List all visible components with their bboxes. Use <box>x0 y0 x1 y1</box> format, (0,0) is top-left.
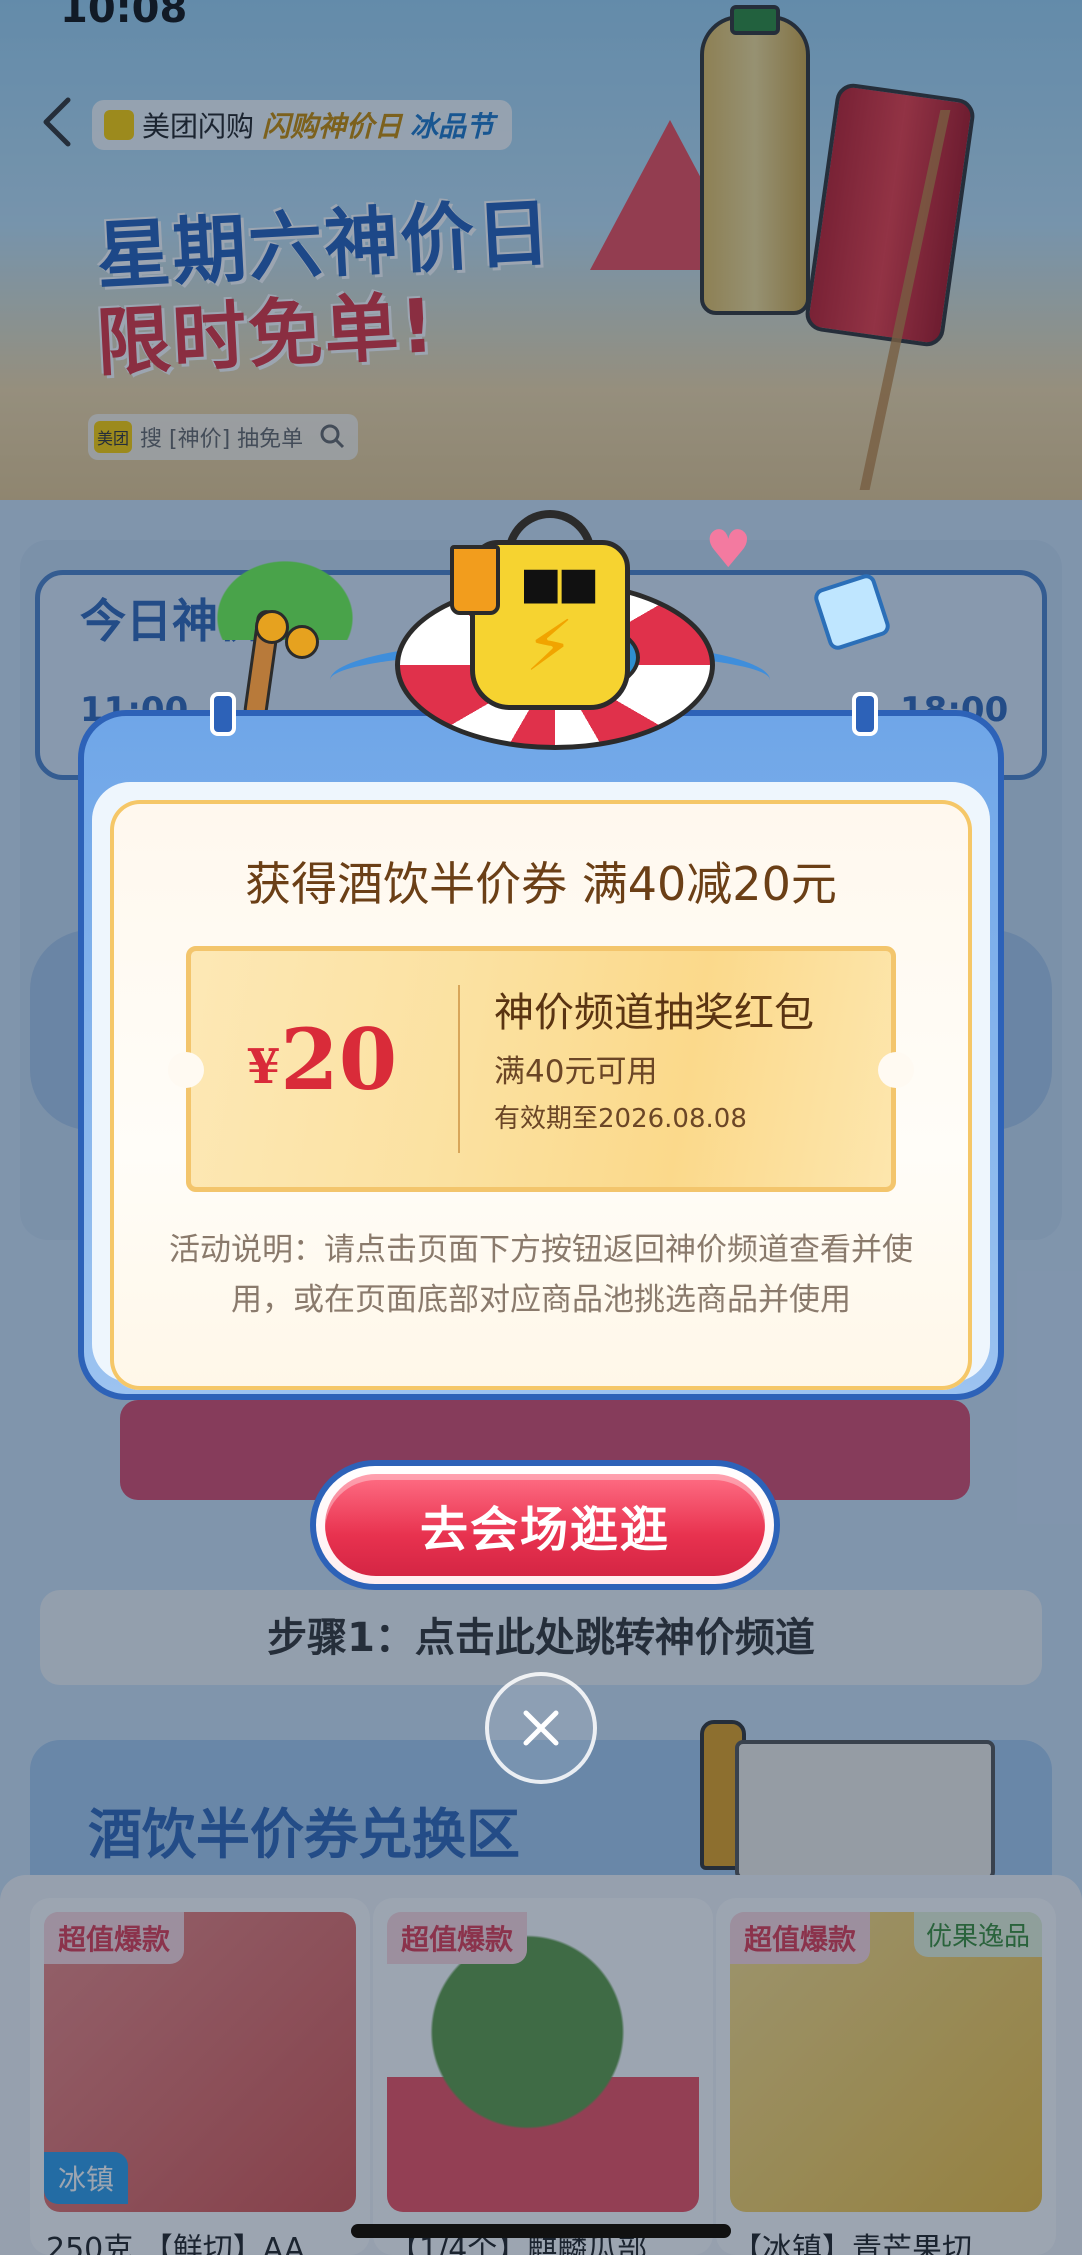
coupon-name: 神价频道抽奖红包 <box>494 990 814 1036</box>
lightning-bolt-icon: ⚡ <box>525 605 575 687</box>
go-venue-button[interactable]: 去会场逛逛 <box>310 1460 780 1590</box>
coupon-notch-right <box>878 1052 914 1088</box>
coupon-amount: ¥20 <box>186 1010 458 1109</box>
coconut-icon <box>285 625 319 659</box>
currency-symbol: ¥ <box>246 1039 281 1095</box>
modal-title: 获得酒饮半价券 满40减20元 <box>245 857 837 911</box>
go-venue-button-face[interactable]: 去会场逛逛 <box>325 1474 765 1576</box>
home-indicator <box>351 2224 731 2238</box>
juice-cup-icon <box>450 545 500 615</box>
coupon-divider <box>458 985 460 1153</box>
coupon-condition: 满40元可用 <box>494 1054 658 1090</box>
coupon-validity: 有效期至2026.08.08 <box>494 1104 747 1134</box>
sunglasses-icon: ■■ <box>520 558 599 609</box>
activity-description: 活动说明：请点击页面下方按钮返回神价频道查看并使用，或在页面底部对应商品池挑选商… <box>169 1232 913 1318</box>
heart-icon: ♥ <box>705 520 752 580</box>
go-venue-label: 去会场逛逛 <box>419 1502 670 1558</box>
coupon-value: 20 <box>280 1010 398 1109</box>
frame-clip-right <box>852 692 878 736</box>
close-icon <box>523 1710 559 1746</box>
close-modal-button[interactable] <box>485 1672 597 1784</box>
coconut-icon <box>255 610 289 644</box>
frame-clip-left <box>210 692 236 736</box>
